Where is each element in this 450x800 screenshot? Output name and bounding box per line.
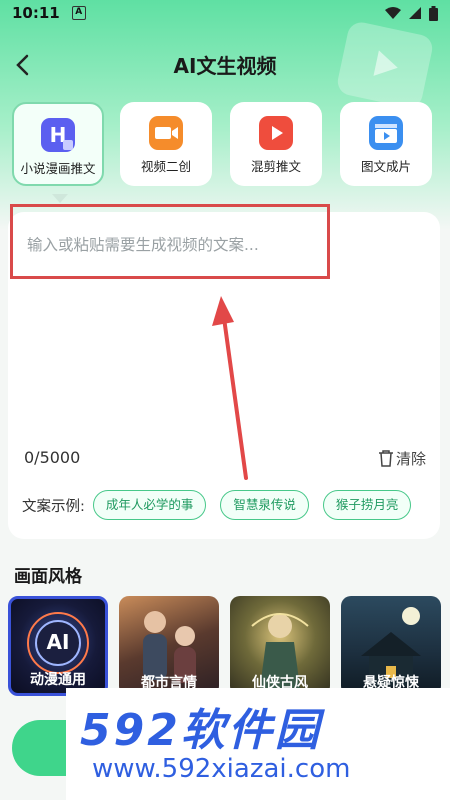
watermark-brand: 592软件园 [80, 705, 322, 756]
mode-card-label: 小说漫画推文 [20, 161, 96, 176]
status-time: 10:11 [12, 4, 60, 22]
trash-icon [379, 450, 393, 467]
example-chips: 文案示例: 成年人必学的事 智慧泉传说 猴子捞月亮 [22, 490, 425, 520]
mode-card-novel-comic[interactable]: H 小说漫画推文 [12, 102, 104, 186]
mode-card-image-text[interactable]: 图文成片 [340, 102, 432, 186]
mode-card-label: 混剪推文 [250, 159, 301, 174]
page-title: AI文生视频 [173, 54, 277, 78]
watermark-url: www.592xiazai.com [92, 754, 351, 784]
style-card-suspense[interactable]: 悬疑惊悚 [341, 596, 441, 696]
style-section-title: 画面风格 [14, 567, 82, 587]
clapperboard-icon [369, 116, 403, 150]
example-chip[interactable]: 猴子捞月亮 [322, 490, 412, 520]
wifi-icon [385, 7, 401, 19]
video-camera-icon [149, 116, 183, 150]
char-counter: 0/5000 [24, 448, 81, 467]
signal-icon [409, 7, 421, 19]
mode-card-label: 图文成片 [360, 159, 411, 174]
examples-label: 文案示例: [22, 498, 85, 515]
notification-a-icon: A [71, 6, 86, 20]
style-list: AI 动漫通用 都市言情 仙侠古风 悬疑惊悚 [8, 596, 450, 696]
clear-button[interactable]: 清除 [378, 448, 426, 469]
top-bar: AI文生视频 [0, 44, 450, 86]
battery-icon [429, 5, 438, 21]
selected-card-pointer [52, 194, 68, 203]
h-doc-icon: H [41, 118, 75, 152]
example-chip[interactable]: 智慧泉传说 [220, 490, 309, 520]
mode-cards: H 小说漫画推文 视频二创 混剪推文 图文成片 [12, 102, 442, 186]
mode-card-video-remix[interactable]: 视频二创 [120, 102, 212, 186]
status-bar: 10:11 A [0, 0, 450, 26]
watermark: 592软件园 www.592xiazai.com [66, 688, 450, 800]
style-card-urban[interactable]: 都市言情 [119, 596, 219, 696]
clear-label: 清除 [396, 450, 427, 468]
ai-badge: AI [46, 630, 70, 654]
mode-card-label: 视频二创 [140, 159, 191, 174]
style-card-anime[interactable]: AI 动漫通用 [8, 596, 108, 696]
example-chip[interactable]: 成年人必学的事 [92, 490, 207, 520]
style-card-xianxia[interactable]: 仙侠古风 [230, 596, 330, 696]
mode-card-mix-cut[interactable]: 混剪推文 [230, 102, 322, 186]
style-label: 动漫通用 [30, 672, 86, 688]
text-input[interactable]: 输入或粘贴需要生成视频的文案... [27, 233, 259, 255]
video-play-icon [259, 116, 293, 150]
